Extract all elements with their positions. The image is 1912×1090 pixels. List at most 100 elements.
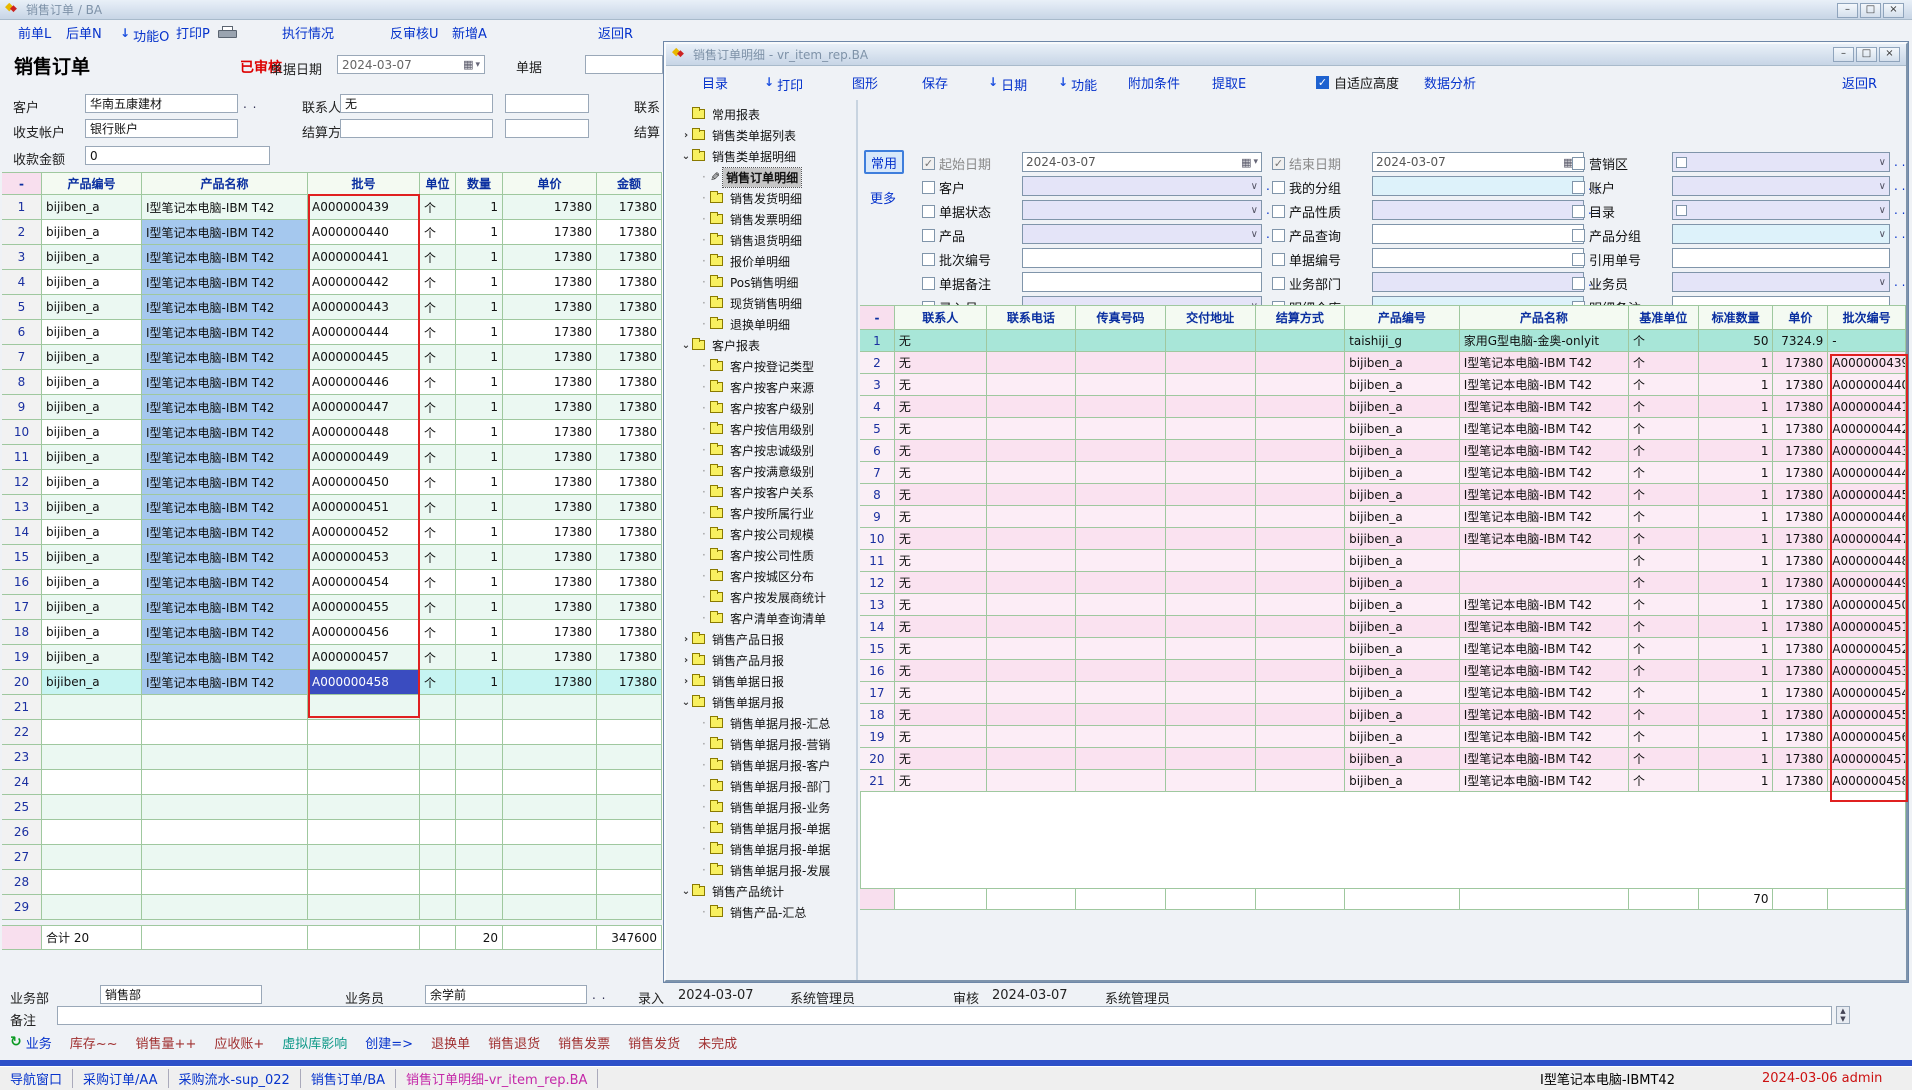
std-qty[interactable]: 1 [1699, 770, 1774, 792]
settlement[interactable] [1256, 550, 1346, 572]
product-name[interactable] [1460, 572, 1629, 594]
empty-cell[interactable] [42, 895, 142, 920]
table-row[interactable]: 5无bijiben_aI型笔记本电脑-IBM T42个117380A000000… [860, 418, 1906, 440]
address[interactable] [1166, 484, 1256, 506]
tree-splitter[interactable] [856, 100, 858, 980]
qty[interactable]: 1 [456, 395, 503, 420]
tab-common[interactable]: 常用 [864, 150, 904, 174]
price[interactable]: 17380 [503, 620, 597, 645]
unit[interactable]: 个 [420, 470, 456, 495]
sidebar-item-客户按所属行业[interactable]: ·客户按所属行业 [702, 503, 817, 523]
address[interactable] [1166, 418, 1256, 440]
batch-no[interactable]: A000000440 [308, 220, 420, 245]
phone[interactable] [987, 660, 1077, 682]
footer-action-[interactable]: 应收账+ [214, 1033, 264, 1052]
std-qty[interactable]: 1 [1699, 462, 1774, 484]
product-code[interactable]: bijiben_a [1345, 594, 1460, 616]
lookup-dots[interactable]: . . [1894, 227, 1905, 241]
row-number[interactable]: 15 [2, 545, 42, 570]
empty-cell[interactable] [503, 770, 597, 795]
contact[interactable]: 无 [895, 352, 987, 374]
date-menu-button[interactable]: ↓日期 [988, 75, 1001, 89]
batch-no[interactable]: A000000443 [308, 295, 420, 320]
amount[interactable]: 17380 [597, 395, 662, 420]
date-field[interactable]: 2024-03-07▦▾ [1372, 152, 1584, 172]
table-row[interactable]: 15bijiben_aI型笔记本电脑-IBM T42A000000453个117… [2, 545, 664, 570]
address[interactable] [1166, 770, 1256, 792]
print-menu-button[interactable]: ↓打印 [764, 75, 777, 89]
column-header[interactable]: 标准数量 [1699, 305, 1774, 330]
dropdown-field[interactable]: ∨ [1372, 272, 1584, 292]
product-code[interactable]: bijiben_a [42, 420, 142, 445]
batch-no[interactable]: A000000452 [1828, 638, 1906, 660]
contact[interactable]: 无 [895, 616, 987, 638]
tree-expand-icon[interactable]: ⌄ [680, 886, 692, 897]
phone[interactable] [987, 418, 1077, 440]
extract-button[interactable]: 提取E [1212, 73, 1246, 92]
row-number[interactable]: 6 [2, 320, 42, 345]
fax[interactable] [1076, 660, 1166, 682]
column-header[interactable]: - [860, 305, 895, 330]
product-name[interactable]: I型笔记本电脑-IBM T42 [1460, 704, 1629, 726]
base-unit[interactable]: 个 [1629, 660, 1699, 682]
sidebar-item-销售类单据明细[interactable]: ⌄销售类单据明细 [680, 146, 799, 166]
empty-cell[interactable] [308, 770, 420, 795]
batch-no[interactable]: A000000458 [1828, 770, 1906, 792]
qty[interactable]: 1 [456, 670, 503, 695]
amount[interactable]: 17380 [597, 545, 662, 570]
sidebar-item-客户按忠诚级别[interactable]: ·客户按忠诚级别 [702, 440, 817, 460]
std-qty[interactable]: 1 [1699, 440, 1774, 462]
base-unit[interactable]: 个 [1629, 330, 1699, 352]
checkbox-checked-icon[interactable]: ✓ [1316, 76, 1329, 89]
empty-cell[interactable] [42, 845, 142, 870]
empty-cell[interactable] [420, 845, 456, 870]
price[interactable]: 17380 [1773, 572, 1828, 594]
batch-no[interactable]: A000000441 [308, 245, 420, 270]
chevron-down-icon[interactable]: ∨ [1879, 229, 1886, 240]
batch-no[interactable]: A000000444 [1828, 462, 1906, 484]
spinner-down-icon[interactable]: ▼ [1840, 1015, 1845, 1023]
table-row[interactable]: 1无taishiji_g家用G型电脑-金奥-onlyit个507324.9- [860, 330, 1906, 352]
table-row[interactable]: 8无bijiben_aI型笔记本电脑-IBM T42个117380A000000… [860, 484, 1906, 506]
contact[interactable]: 无 [895, 594, 987, 616]
sidebar-item-销售类单据列表[interactable]: ›销售类单据列表 [680, 125, 799, 145]
product-code[interactable]: bijiben_a [1345, 572, 1460, 594]
contact[interactable]: 无 [895, 638, 987, 660]
product-name[interactable]: I型笔记本电脑-IBM T42 [142, 295, 308, 320]
base-unit[interactable]: 个 [1629, 462, 1699, 484]
empty-cell[interactable] [308, 820, 420, 845]
filter-field-产品[interactable]: ∨ [1022, 224, 1262, 244]
table-row[interactable]: 12bijiben_aI型笔记本电脑-IBM T42A000000450个117… [2, 470, 664, 495]
address[interactable] [1166, 748, 1256, 770]
product-name[interactable]: I型笔记本电脑-IBM T42 [1460, 506, 1629, 528]
address[interactable] [1166, 440, 1256, 462]
settlement[interactable] [1256, 726, 1346, 748]
filter-field-客户[interactable]: ∨ [1022, 176, 1262, 196]
row-number[interactable]: 7 [2, 345, 42, 370]
sidebar-item-销售产品日报[interactable]: ›销售产品日报 [680, 629, 787, 649]
func-menu-button[interactable]: ↓功能O [120, 26, 133, 40]
filter-field-业务员[interactable]: ∨ [1672, 272, 1890, 292]
taskbar-item[interactable]: 销售订单/BA [301, 1069, 396, 1088]
qty[interactable]: 1 [456, 370, 503, 395]
product-name[interactable]: I型笔记本电脑-IBM T42 [1460, 462, 1629, 484]
checkbox-unchecked-icon[interactable] [1572, 205, 1585, 218]
address[interactable] [1166, 396, 1256, 418]
unit[interactable]: 个 [420, 245, 456, 270]
sidebar-item-报价单明细[interactable]: ·报价单明细 [702, 251, 793, 271]
row-number[interactable]: 26 [2, 820, 42, 845]
dropdown-field[interactable]: ∨ [1672, 200, 1890, 220]
batch-no[interactable]: A000000439 [308, 195, 420, 220]
empty-cell[interactable] [456, 845, 503, 870]
empty-cell[interactable] [42, 795, 142, 820]
empty-cell[interactable] [456, 745, 503, 770]
fg-return-button[interactable]: 返回R [1842, 73, 1877, 92]
unit[interactable]: 个 [420, 295, 456, 320]
table-row-empty[interactable]: 21 [2, 695, 664, 720]
column-header[interactable]: 金额 [597, 172, 662, 195]
row-number[interactable]: 19 [860, 726, 895, 748]
product-code[interactable]: bijiben_a [1345, 352, 1460, 374]
product-code[interactable]: bijiben_a [1345, 374, 1460, 396]
row-number[interactable]: 5 [860, 418, 895, 440]
tree-expand-icon[interactable]: › [680, 655, 692, 666]
